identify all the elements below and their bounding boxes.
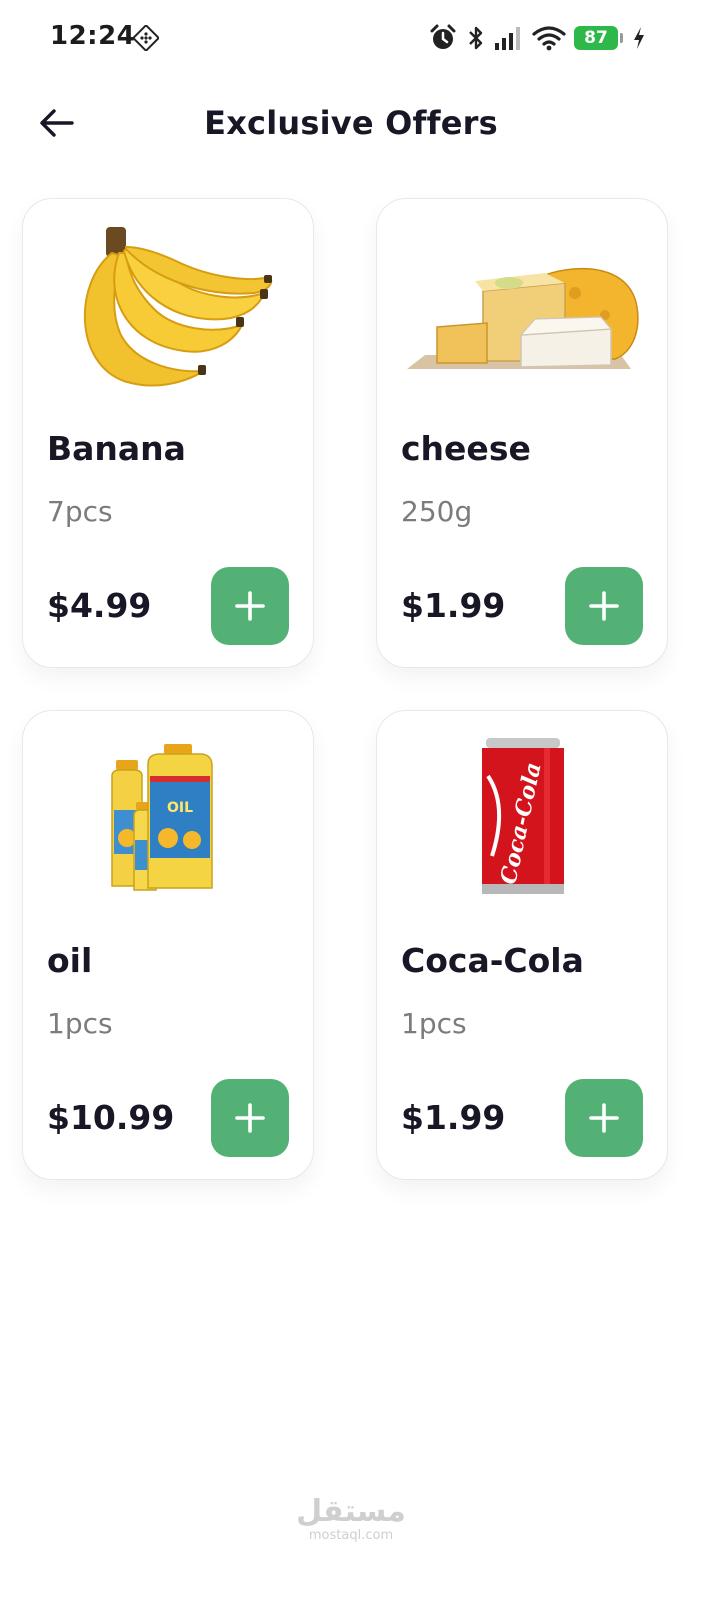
watermark-latin: mostaql.com [308,1528,394,1543]
product-card-banana[interactable]: Banana 7pcs $4.99 [22,198,314,668]
plus-icon [235,591,265,621]
product-name: oil [47,941,93,980]
product-quantity: 250g [401,495,473,528]
status-icons: 87 [428,22,646,54]
plus-icon [589,591,619,621]
product-price: $1.99 [401,586,506,625]
watermark: مستقل mostaql.com [0,1495,702,1543]
oil-bottles-image: OIL [51,731,287,903]
product-quantity: 7pcs [47,495,113,528]
product-name: Banana [47,429,186,468]
bluetooth-icon [466,23,486,53]
svg-text:OIL: OIL [167,800,193,816]
product-price: $4.99 [47,586,152,625]
charging-icon [632,26,646,50]
battery-icon: 87 [574,26,623,50]
banana-image [51,219,287,391]
cheese-image [405,219,641,391]
add-to-cart-button[interactable] [211,1079,289,1157]
plus-icon [235,1103,265,1133]
product-name: Coca-Cola [401,941,584,980]
alarm-icon [428,23,458,53]
page-title: Exclusive Offers [204,104,498,142]
signal-icon [494,25,524,51]
product-card-oil[interactable]: OIL oil 1pcs $10.99 [22,710,314,1180]
add-to-cart-button[interactable] [211,567,289,645]
product-price: $10.99 [47,1098,175,1137]
wifi-icon [532,25,566,51]
add-to-cart-button[interactable] [565,567,643,645]
add-to-cart-button[interactable] [565,1079,643,1157]
product-price: $1.99 [401,1098,506,1137]
product-quantity: 1pcs [401,1007,467,1040]
product-name: cheese [401,429,531,468]
product-card-coca-cola[interactable]: Coca-Cola Coca-Cola 1pcs $1.99 [376,710,668,1180]
watermark-arabic: مستقل [296,1494,406,1529]
nfc-icon [131,23,161,53]
product-quantity: 1pcs [47,1007,113,1040]
product-card-cheese[interactable]: cheese 250g $1.99 [376,198,668,668]
exclusive-offers-screen: 12:24 87 Exclusive Offers Banana 7pcs $4… [0,0,702,1600]
status-bar: 12:24 87 [0,0,702,78]
header: Exclusive Offers [0,90,702,160]
plus-icon [589,1103,619,1133]
status-time: 12:24 [50,21,136,51]
coca-cola-can-image: Coca-Cola [405,731,641,903]
